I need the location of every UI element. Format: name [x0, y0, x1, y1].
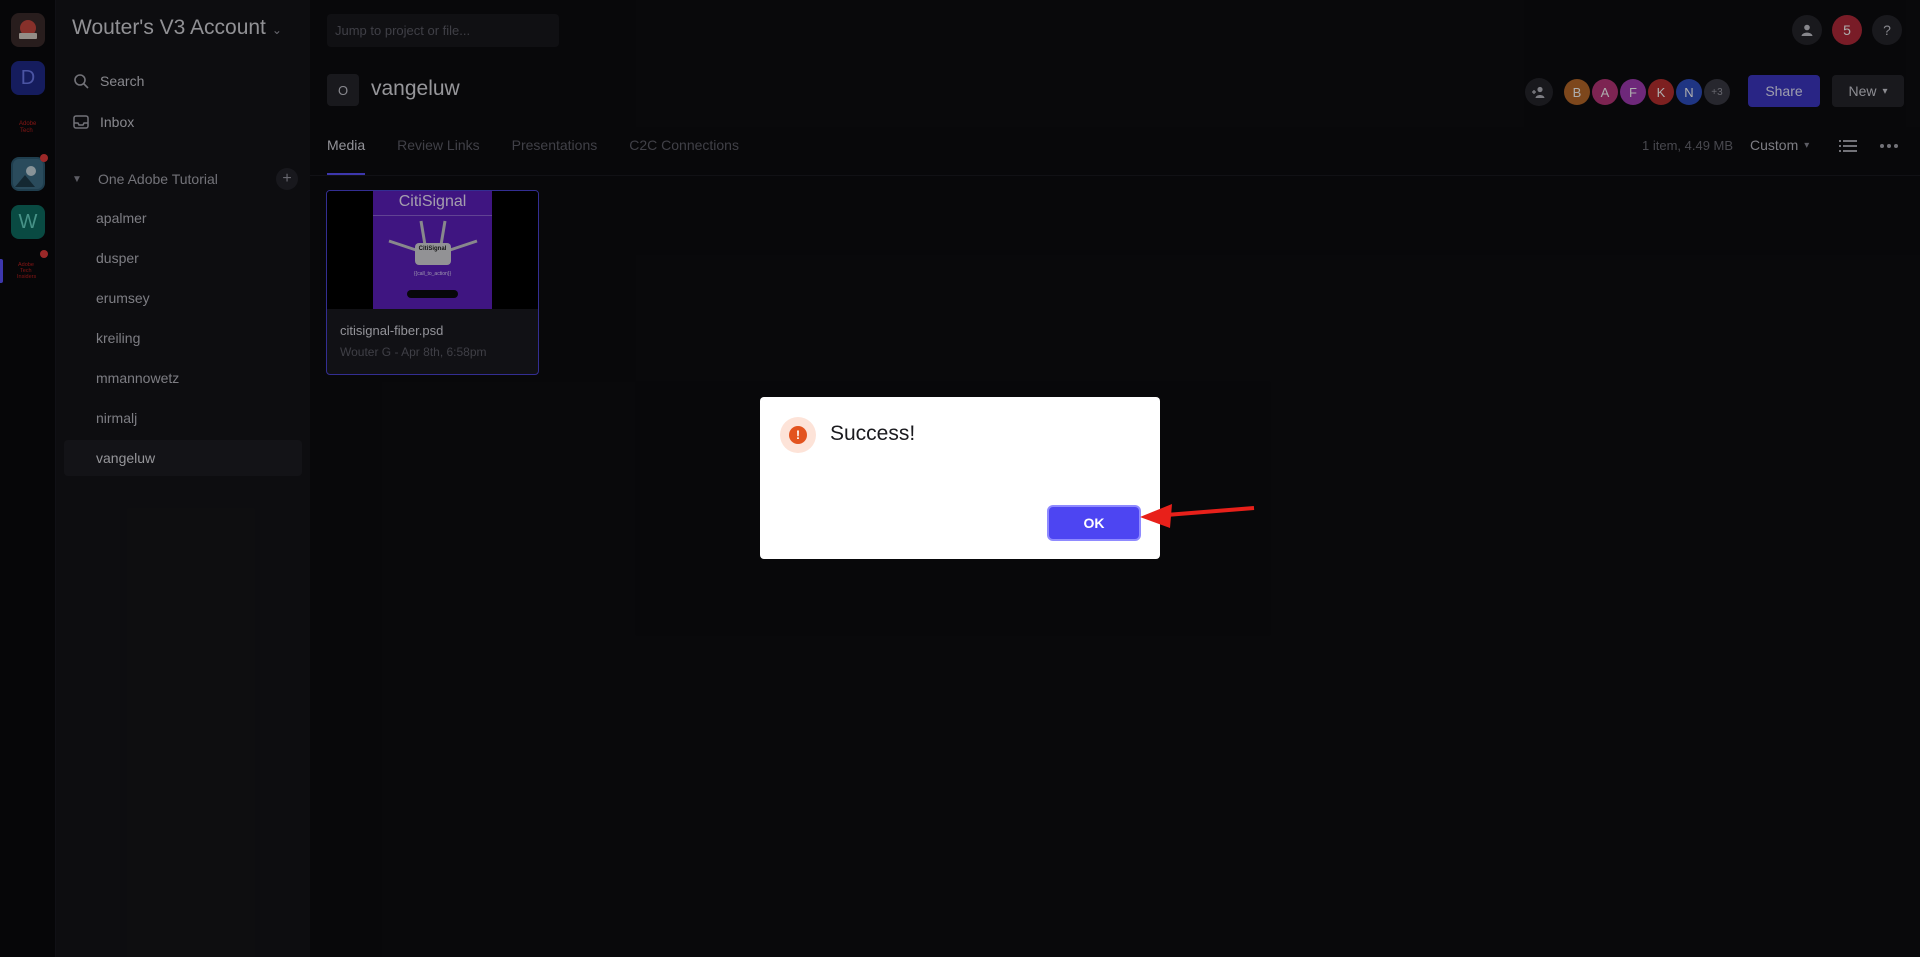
dialog-title: Success!: [830, 422, 916, 445]
alert-icon: !: [780, 417, 816, 453]
annotation-arrow-icon: [1140, 504, 1255, 528]
success-dialog: ! Success! OK: [760, 397, 1160, 559]
ok-button[interactable]: OK: [1049, 507, 1139, 539]
